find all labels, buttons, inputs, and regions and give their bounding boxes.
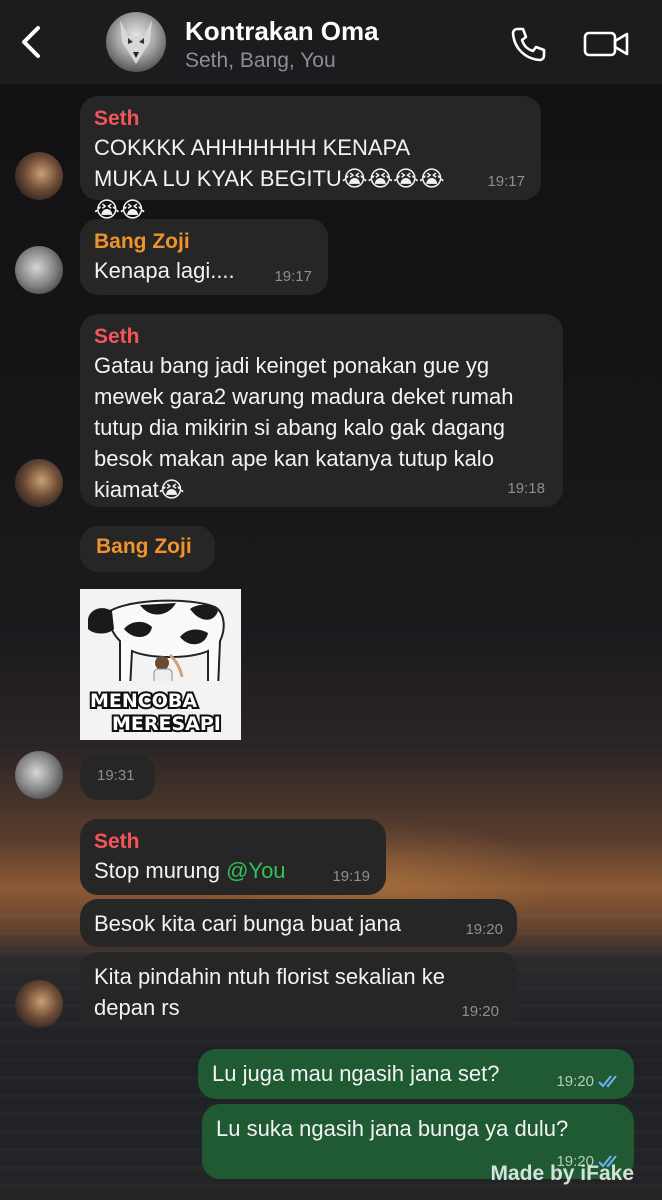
message-time: 19:19 <box>332 868 370 885</box>
svg-text:MENCOBA: MENCOBA <box>90 690 197 712</box>
read-receipt-icon <box>598 1075 617 1088</box>
message-time: 19:31 <box>97 767 135 784</box>
message-bubble[interactable]: Seth Stop murung @You 19:19 <box>80 819 386 895</box>
message-text: Besok kita cari bunga buat jana <box>94 911 401 936</box>
mention-you[interactable]: @You <box>226 858 285 883</box>
message-bubble[interactable]: Kita pindahin ntuh florist sekalian ke d… <box>80 952 517 1029</box>
avatar-seth[interactable] <box>15 152 63 200</box>
message-text: Stop murung @You <box>94 855 372 886</box>
phone-icon[interactable] <box>508 24 548 64</box>
outgoing-message-bubble[interactable]: Lu juga mau ngasih jana set? 19:20 <box>198 1049 634 1099</box>
time-bubble[interactable]: 19:31 <box>80 754 155 800</box>
avatar-seth[interactable] <box>15 980 63 1028</box>
group-avatar[interactable] <box>106 12 166 72</box>
message-text: Kita pindahin ntuh florist sekalian ke d… <box>94 964 445 1020</box>
message-time: 19:18 <box>507 480 545 497</box>
sender-name[interactable]: Bang Zoji <box>96 534 199 560</box>
avatar-seth[interactable] <box>15 459 63 507</box>
message-text-prefix: Stop murung <box>94 858 227 883</box>
message-time: 19:20 <box>461 1003 499 1020</box>
svg-text:MERESAPI: MERESAPI <box>112 713 221 735</box>
message-bubble[interactable]: Seth Gatau bang jadi keinget ponakan gue… <box>80 314 563 507</box>
chat-title[interactable]: Kontrakan Oma <box>185 16 379 47</box>
message-time: 19:20 <box>556 1073 594 1090</box>
message-time: 19:20 <box>465 921 503 938</box>
sender-name[interactable]: Bang Zoji <box>94 229 314 255</box>
message-text: Gatau bang jadi keinget ponakan gue yg m… <box>94 353 514 502</box>
back-chevron-icon[interactable] <box>14 22 50 62</box>
sender-name[interactable]: Seth <box>94 106 527 132</box>
message-time: 19:17 <box>487 173 525 190</box>
message-text: Lu suka ngasih jana bunga ya dulu? <box>216 1116 569 1141</box>
message-text: COKKKK AHHHHHHH KENAPA MUKA LU KYAK BEGI… <box>94 135 445 222</box>
sticker-image[interactable]: MENCOBA MERESAPI <box>80 589 241 740</box>
message-bubble[interactable]: Besok kita cari bunga buat jana 19:20 <box>80 899 517 947</box>
message-bubble[interactable]: Seth COKKKK AHHHHHHH KENAPA MUKA LU KYAK… <box>80 96 541 222</box>
chat-header: Kontrakan Oma Seth, Bang, You <box>0 0 662 84</box>
avatar-bang-zoji[interactable] <box>15 751 63 799</box>
sender-name[interactable]: Seth <box>94 829 372 855</box>
avatar-bang-zoji[interactable] <box>15 246 63 294</box>
sender-label-bubble[interactable]: Bang Zoji <box>80 526 215 572</box>
message-bubble[interactable]: Bang Zoji Kenapa lagi.... 19:17 <box>80 219 328 295</box>
video-call-icon[interactable] <box>582 24 630 64</box>
sender-name[interactable]: Seth <box>94 324 549 350</box>
chat-members[interactable]: Seth, Bang, You <box>185 49 336 73</box>
watermark: Made by iFake <box>490 1162 634 1185</box>
message-time: 19:17 <box>274 268 312 285</box>
